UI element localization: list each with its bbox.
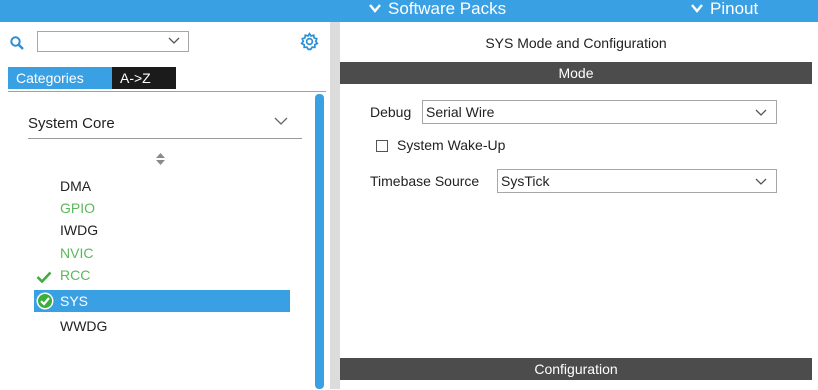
tab-categories[interactable]: Categories bbox=[8, 67, 112, 89]
list-item-gpio[interactable]: GPIO bbox=[60, 198, 95, 219]
list-item-wwdg[interactable]: WWDG bbox=[60, 316, 107, 337]
pinout-label: Pinout bbox=[710, 0, 759, 18]
debug-select-value: Serial Wire bbox=[426, 104, 495, 120]
list-item-dma[interactable]: DMA bbox=[60, 176, 91, 197]
timebase-source-value: SysTick bbox=[501, 173, 550, 189]
tree-scrollbar[interactable] bbox=[315, 94, 324, 389]
software-packs-label: Software Packs bbox=[388, 0, 507, 18]
timebase-source-select[interactable]: SysTick bbox=[497, 169, 777, 193]
sort-icon[interactable] bbox=[156, 153, 165, 165]
search-combo[interactable] bbox=[37, 31, 189, 52]
category-tree bbox=[8, 91, 326, 390]
chevron-down-icon[interactable] bbox=[168, 37, 180, 45]
chevron-down-icon bbox=[755, 178, 767, 185]
divider bbox=[28, 138, 302, 139]
panel-title: SYS Mode and Configuration bbox=[485, 35, 667, 51]
category-system-core[interactable]: System Core bbox=[28, 115, 115, 132]
pinout-menu[interactable]: Pinout bbox=[690, 0, 758, 22]
chevron-down-icon bbox=[755, 109, 767, 116]
tab-a-z[interactable]: A->Z bbox=[112, 67, 176, 89]
list-item-sys-label: SYS bbox=[60, 293, 89, 309]
chevron-down-icon bbox=[691, 3, 703, 13]
debug-select[interactable]: Serial Wire bbox=[422, 100, 777, 124]
list-item-sys[interactable]: SYS bbox=[34, 290, 290, 312]
list-item-rcc[interactable]: RCC bbox=[60, 265, 90, 286]
panel-splitter[interactable] bbox=[330, 22, 340, 389]
system-wakeup-label: System Wake-Up bbox=[397, 137, 506, 153]
chevron-down-icon bbox=[369, 3, 381, 13]
mode-section-header: Mode bbox=[340, 62, 812, 84]
categories-panel: Categories A->Z System Core DMA GPIO IWD… bbox=[0, 22, 330, 389]
configuration-section-header: Configuration bbox=[340, 358, 812, 380]
gear-icon[interactable] bbox=[300, 32, 319, 51]
chevron-down-icon[interactable] bbox=[274, 117, 288, 126]
list-item-nvic[interactable]: NVIC bbox=[60, 243, 93, 264]
timebase-source-label: Timebase Source bbox=[370, 173, 480, 189]
checkmark-icon bbox=[36, 271, 52, 283]
software-packs-menu[interactable]: Software Packs bbox=[368, 0, 506, 22]
check-circle-icon bbox=[36, 292, 54, 310]
list-item-iwdg[interactable]: IWDG bbox=[60, 220, 98, 241]
search-icon[interactable] bbox=[10, 36, 24, 50]
system-wakeup-checkbox[interactable] bbox=[376, 140, 388, 152]
debug-label: Debug bbox=[370, 104, 412, 120]
sys-configuration-panel: SYS Mode and Configuration Mode Debug Se… bbox=[340, 22, 818, 389]
